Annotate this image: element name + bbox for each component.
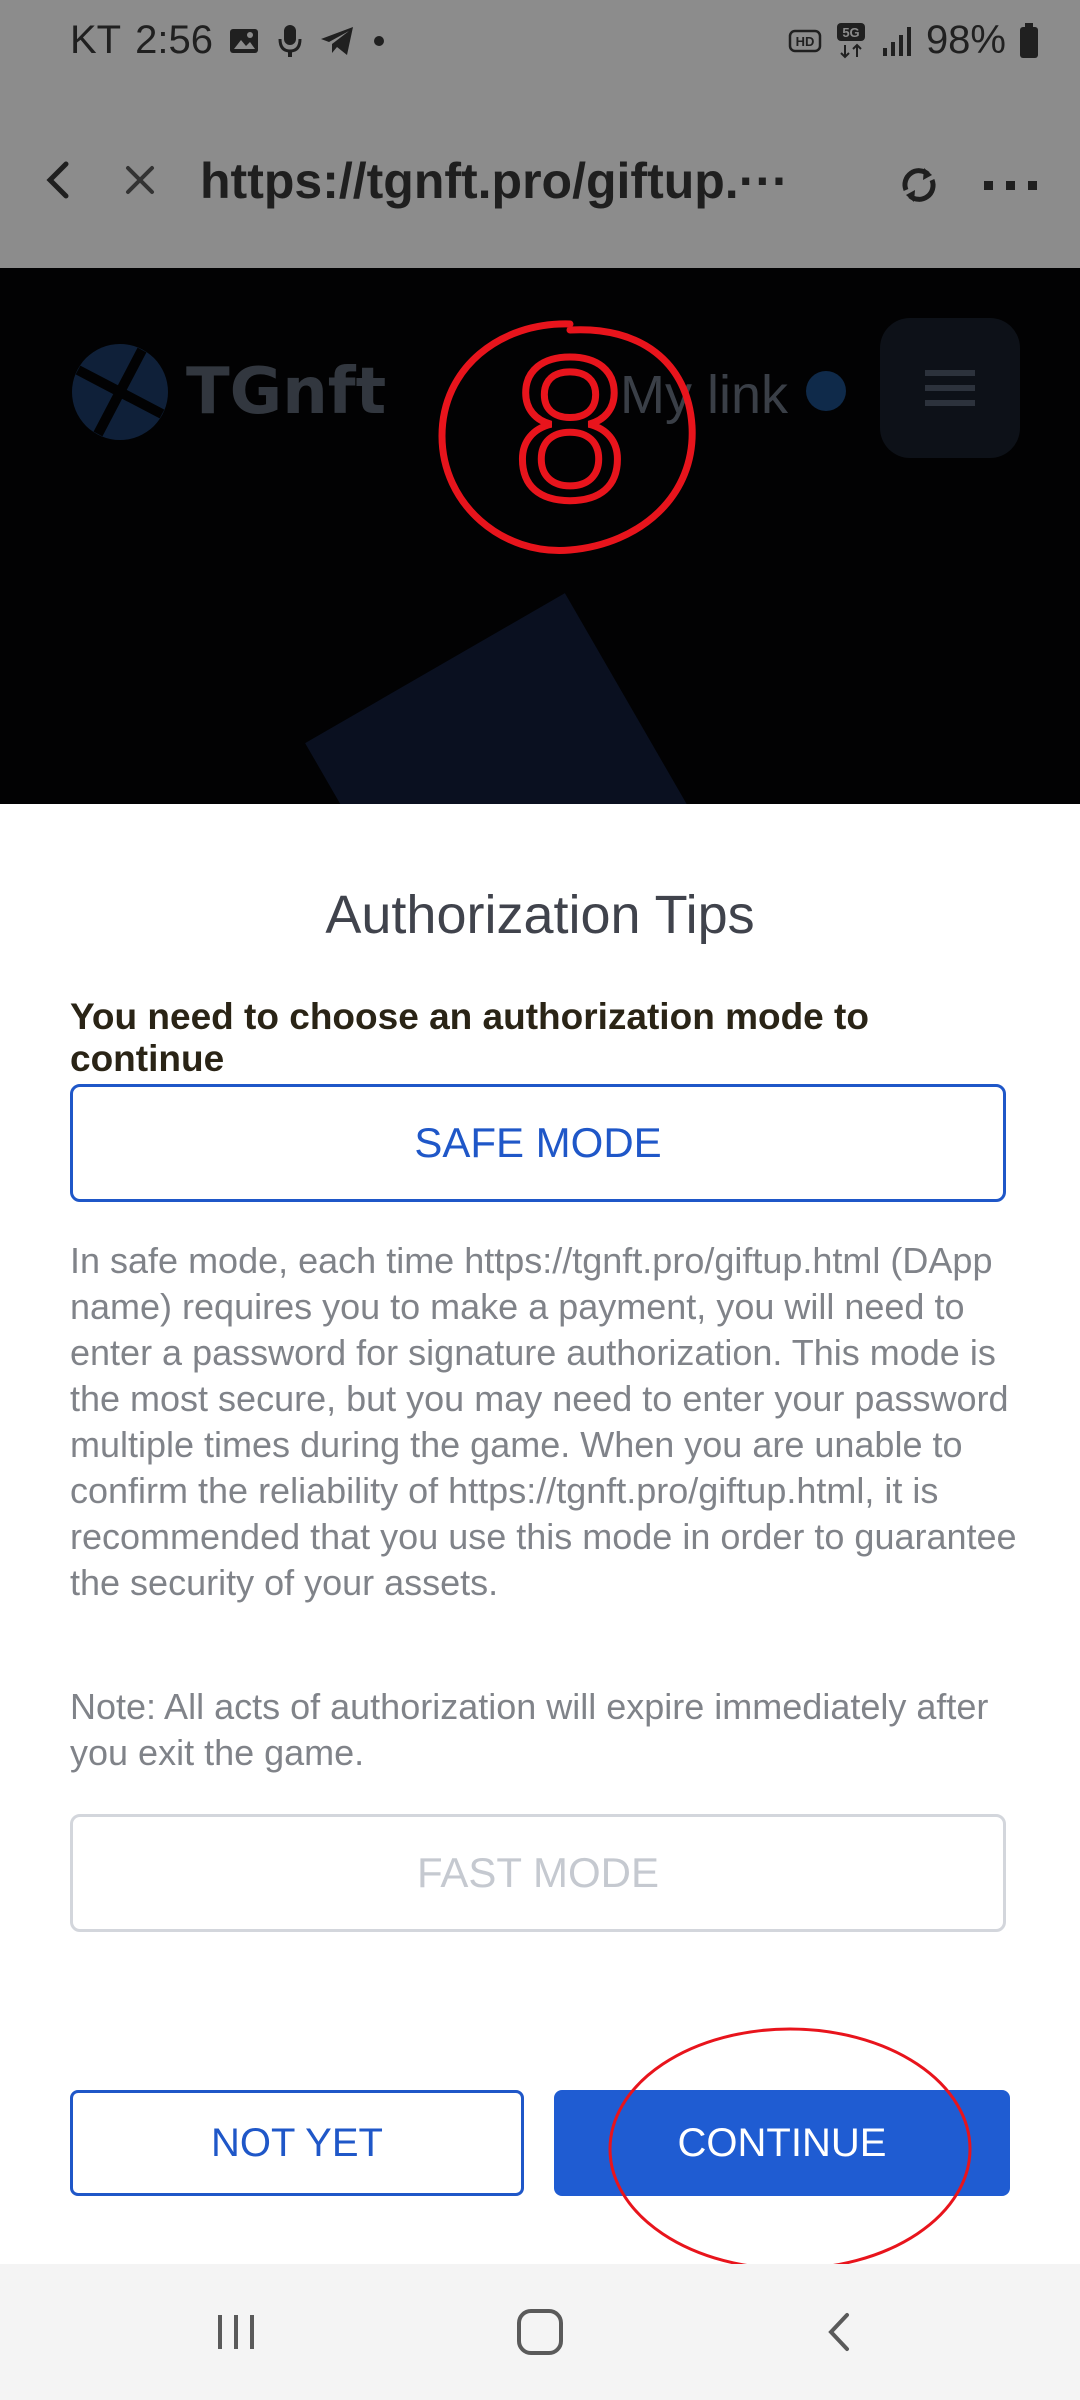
dialog-title: Authorization Tips xyxy=(325,885,755,945)
dot-icon xyxy=(371,33,387,49)
authorization-note: Note: All acts of authorization will exp… xyxy=(70,1686,989,1773)
status-right: HD 5G 98% xyxy=(788,18,1040,63)
home-button[interactable] xyxy=(500,2302,580,2362)
logo-icon xyxy=(72,344,168,440)
annotation-circle-number: 8 xyxy=(438,319,696,554)
authorization-dialog: Authorization Tips You need to choose an… xyxy=(0,804,1080,2271)
url-text: https://tgnft.pro/giftup. xyxy=(200,153,739,209)
battery-label: 98% xyxy=(925,18,1006,62)
hamburger-menu-button[interactable] xyxy=(880,318,1020,458)
time-label: 2:56 xyxy=(135,18,213,62)
site-logo: TGnft xyxy=(68,340,386,444)
back-icon xyxy=(828,2313,849,2351)
reload-button[interactable] xyxy=(884,150,954,220)
url-ellipsis: ··· xyxy=(738,153,789,209)
status-bar: KT 2:56 HD 5G 98% xyxy=(0,0,1080,90)
back-button[interactable] xyxy=(30,150,90,210)
carrier-label: KT xyxy=(70,18,122,62)
hd-icon: HD xyxy=(788,26,822,56)
battery-icon xyxy=(1018,22,1040,60)
close-button[interactable] xyxy=(110,150,170,210)
menu-icon xyxy=(925,370,975,406)
svg-text:HD: HD xyxy=(796,34,815,49)
close-icon xyxy=(126,166,154,194)
dialog-subtitle: You need to choose an authorization mode… xyxy=(70,996,869,1079)
safe-mode-description: In safe mode, each time https://tgnft.pr… xyxy=(70,1240,1017,1603)
system-back-button[interactable] xyxy=(800,2302,880,2362)
system-navigation-bar xyxy=(0,2264,1080,2400)
recents-icon xyxy=(218,2315,254,2349)
status-left: KT 2:56 xyxy=(70,18,387,63)
annotation-number: 8 xyxy=(510,322,631,543)
background-shape xyxy=(305,593,715,804)
status-dot-icon xyxy=(806,371,846,411)
reload-icon xyxy=(902,168,936,202)
telegram-icon xyxy=(319,24,357,58)
recents-button[interactable] xyxy=(196,2302,276,2362)
web-content: TGnft My link 8 xyxy=(0,268,1080,804)
safe-mode-button[interactable]: SAFE MODE xyxy=(70,1084,1006,1202)
fast-mode-button[interactable]: FAST MODE xyxy=(70,1814,1006,1932)
address-bar[interactable]: https://tgnft.pro/giftup.··· xyxy=(200,152,800,210)
not-yet-button[interactable]: NOT YET xyxy=(70,2090,524,2196)
home-icon xyxy=(517,2309,563,2355)
chevron-left-icon xyxy=(46,161,69,199)
svg-text:5G: 5G xyxy=(842,25,859,40)
5g-icon: 5G xyxy=(834,21,868,61)
more-button[interactable] xyxy=(970,150,1050,220)
browser-toolbar: https://tgnft.pro/giftup.··· xyxy=(0,90,1080,268)
logo-text: TGnft xyxy=(186,355,387,429)
signal-icon xyxy=(880,24,914,58)
continue-button[interactable]: CONTINUE xyxy=(554,2090,1010,2196)
gallery-icon xyxy=(227,24,261,58)
more-dots-icon xyxy=(984,181,1037,190)
mic-icon xyxy=(275,23,305,59)
